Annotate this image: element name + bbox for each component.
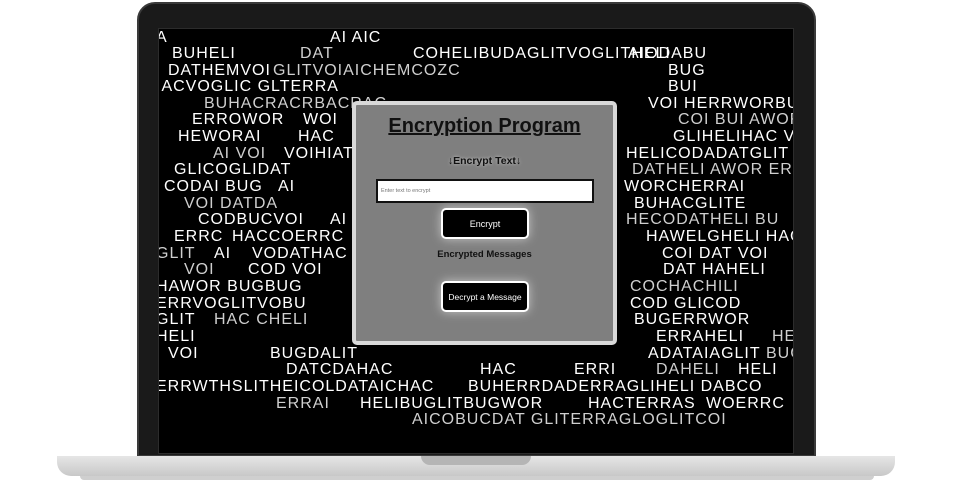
laptop-screen: A AI AIC BUHELI DAT COHELIBUDAGLITVOGLITHELI…	[158, 28, 794, 454]
screen-bezel-edge	[158, 28, 794, 454]
laptop-base-shadow	[80, 476, 874, 480]
laptop-notch	[421, 456, 531, 465]
